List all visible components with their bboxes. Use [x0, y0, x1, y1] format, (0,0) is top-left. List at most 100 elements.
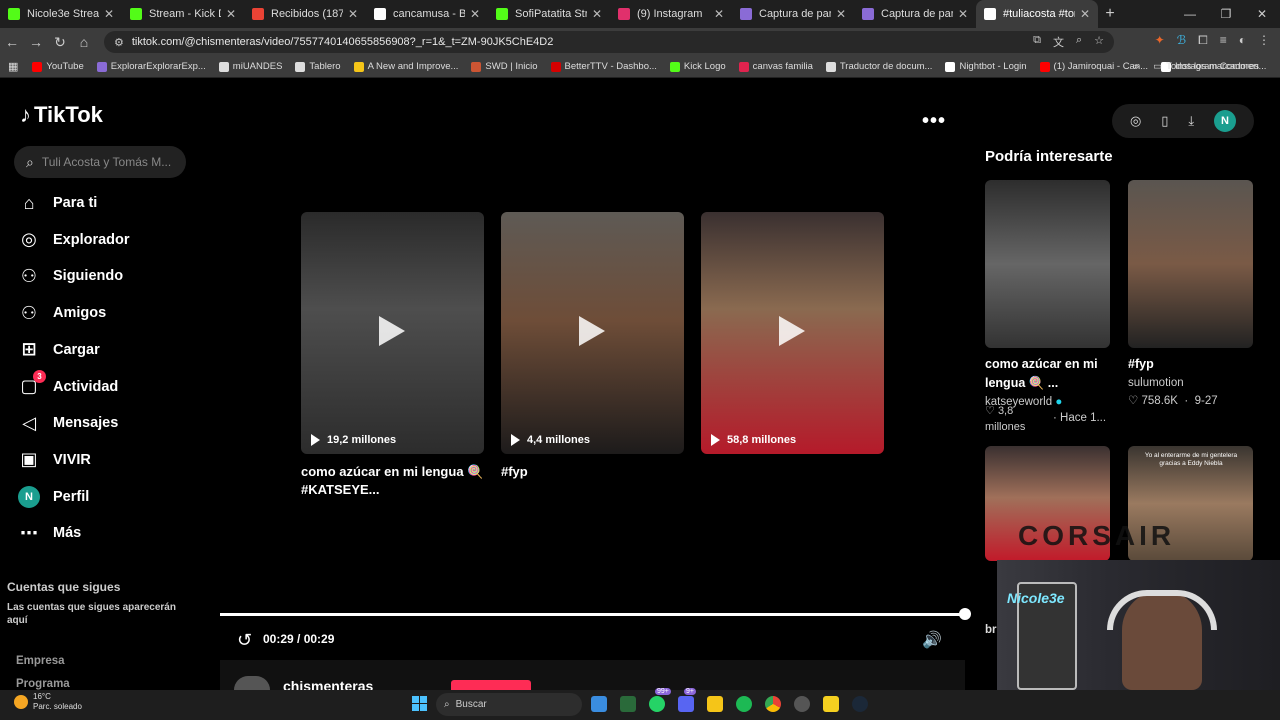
browser-tab[interactable]: Stream - Kick Dashbo ✕	[122, 0, 244, 28]
close-window-icon[interactable]: ✕	[1244, 7, 1280, 21]
chrome-icon[interactable]	[765, 696, 781, 712]
site-info-icon[interactable]: ⚙	[114, 36, 124, 49]
whatsapp-icon[interactable]: 99+	[649, 688, 671, 712]
suggested-video-card[interactable]	[1128, 180, 1253, 348]
install-app-icon[interactable]: ⧉	[1033, 34, 1041, 50]
bookmark-item[interactable]: Traductor de docum...	[825, 61, 932, 72]
nav-item-mensajes[interactable]: ◁ Mensajes	[18, 412, 118, 434]
profile-icon[interactable]: ◐	[1239, 33, 1246, 48]
browser-tab[interactable]: Captura de pantalla p ✕	[854, 0, 976, 28]
extension-icon[interactable]: ℬ	[1177, 33, 1186, 48]
nav-item-explorador[interactable]: ◎ Explorador	[18, 229, 129, 251]
more-options-icon[interactable]: •••	[922, 110, 946, 133]
steam-icon[interactable]	[852, 696, 868, 712]
bookmark-item[interactable]: YouTube	[32, 61, 84, 72]
user-avatar[interactable]: N	[1214, 110, 1237, 132]
app-icon[interactable]	[794, 696, 810, 712]
bookmark-item[interactable]: (1) Jamiroquai - Can...	[1039, 61, 1148, 72]
windows-start-icon[interactable]	[412, 696, 427, 711]
nav-item-siguiendo[interactable]: ⚇ Siguiendo	[18, 265, 123, 287]
taskbar-search[interactable]: ⌕ Buscar	[436, 693, 582, 716]
bookmark-item[interactable]: A New and Improve...	[353, 61, 458, 72]
menu-icon[interactable]: ⋮	[1258, 33, 1270, 48]
nav-item-ms[interactable]: ⋯ Más	[18, 522, 81, 544]
app-icon[interactable]	[620, 696, 636, 712]
bookmark-item[interactable]: miUANDES	[218, 61, 282, 72]
recommended-video-card[interactable]: 4,4 millones	[501, 212, 684, 454]
bookmark-item[interactable]: ExplorarExplorarExp...	[96, 61, 206, 72]
weather-widget[interactable]: 16°C Parc. soleado	[14, 692, 82, 712]
volume-icon[interactable]: 🔊	[922, 630, 942, 650]
browser-tab[interactable]: Nicole3e Stream - W ✕	[0, 0, 122, 28]
translate-icon[interactable]: 文	[1053, 34, 1064, 50]
nav-item-vivir[interactable]: ▣ VIVIR	[18, 449, 90, 471]
browser-tab[interactable]: Captura de pantalla p ✕	[732, 0, 854, 28]
nav-item-amigos[interactable]: ⚇ Amigos	[18, 302, 106, 324]
search-input[interactable]: ⌕ Tuli Acosta y Tomás M...	[14, 146, 186, 178]
browser-tab[interactable]: SofiPatatita Stream - ✕	[488, 0, 610, 28]
window-controls: — ❐ ✕	[1172, 0, 1280, 28]
restore-icon[interactable]: ❐	[1208, 7, 1244, 21]
browser-tab[interactable]: (9) Instagram ✕	[610, 0, 732, 28]
bookmark-item[interactable]: canvas familia	[738, 61, 813, 72]
footer-link-programa[interactable]: Programa	[16, 678, 70, 690]
home-button-icon[interactable]: ⌂	[72, 34, 96, 50]
suggested-user[interactable]: sulumotion	[1128, 377, 1184, 389]
zoom-icon[interactable]: ⌕	[1076, 34, 1082, 50]
video-title[interactable]: #fyp	[501, 463, 684, 481]
compass-icon[interactable]: ◎	[1130, 113, 1141, 129]
browser-tab[interactable]: cancamusa - Buscar c ✕	[366, 0, 488, 28]
replay-icon[interactable]: ↺	[237, 630, 252, 651]
all-bookmarks-folder[interactable]: » ▭ Todos los marcadores	[1134, 61, 1259, 72]
close-tab-icon[interactable]: ✕	[836, 7, 846, 21]
extension-icon[interactable]: ✦	[1155, 33, 1165, 48]
apps-icon[interactable]: ▦	[8, 60, 18, 73]
bookmark-star-icon[interactable]: ☆	[1094, 34, 1104, 50]
recommended-video-card[interactable]: 19,2 millones	[301, 212, 484, 454]
new-tab-button[interactable]: +	[1098, 5, 1122, 23]
suggested-caption[interactable]: #fyp	[1128, 355, 1253, 374]
close-tab-icon[interactable]: ✕	[958, 7, 968, 21]
reload-icon[interactable]: ↻	[48, 34, 72, 51]
progress-bar[interactable]	[220, 613, 965, 616]
address-bar[interactable]: ⚙ tiktok.com/@chismenteras/video/7557740…	[104, 31, 1114, 53]
tiktok-logo[interactable]: ♪ TikTok	[20, 102, 103, 128]
download-icon[interactable]: ⤓	[1188, 113, 1194, 129]
close-tab-icon[interactable]: ✕	[592, 7, 602, 21]
close-tab-icon[interactable]: ✕	[470, 7, 480, 21]
footer-link-empresa[interactable]: Empresa	[16, 655, 65, 667]
folder-icon[interactable]	[707, 696, 723, 712]
recommended-video-card[interactable]: 58,8 millones	[701, 212, 884, 454]
close-tab-icon[interactable]: ✕	[104, 7, 114, 21]
puzzle-icon[interactable]: ⧠	[1198, 33, 1208, 48]
bookmark-item[interactable]: Nightbot - Login	[945, 61, 1027, 72]
close-tab-icon[interactable]: ✕	[714, 7, 724, 21]
media-icon[interactable]: ≡	[1220, 33, 1227, 48]
notes-icon[interactable]	[591, 696, 607, 712]
nav-item-actividad[interactable]: ▢ 3 Actividad	[18, 369, 118, 398]
bookmark-item[interactable]: SWD | Inicio	[471, 61, 538, 72]
follow-button[interactable]	[451, 680, 531, 690]
spotify-icon[interactable]	[736, 696, 752, 712]
bookmark-item[interactable]: BetterTTV - Dashbo...	[550, 61, 657, 72]
nav-item-cargar[interactable]: ⊞ Cargar	[18, 339, 99, 361]
nav-item-perfil[interactable]: N Perfil	[18, 485, 89, 508]
close-tab-icon[interactable]: ✕	[226, 7, 236, 21]
phone-icon[interactable]: ▯	[1161, 113, 1168, 129]
bookmark-item[interactable]: Tablero	[295, 61, 341, 72]
close-tab-icon[interactable]: ✕	[1080, 7, 1090, 21]
discord-icon[interactable]: 9+	[678, 688, 696, 712]
minimize-icon[interactable]: —	[1172, 7, 1208, 21]
close-tab-icon[interactable]: ✕	[348, 7, 358, 21]
nav-item-parati[interactable]: ⌂ Para ti	[18, 192, 98, 214]
bookmark-item[interactable]: Kick Logo	[669, 61, 726, 72]
forward-icon[interactable]: →	[24, 34, 48, 50]
sticky-notes-icon[interactable]	[823, 696, 839, 712]
author-avatar[interactable]	[234, 676, 270, 690]
video-title[interactable]: como azúcar en mi lengua 🍭 #KATSEYE...	[301, 463, 484, 499]
suggested-caption[interactable]: como azúcar en mi lengua 🍭 ...	[985, 355, 1110, 393]
back-icon[interactable]: ←	[0, 34, 24, 50]
suggested-video-card[interactable]	[985, 180, 1110, 348]
browser-tab[interactable]: #tuliacosta #tomasn ✕	[976, 0, 1098, 28]
browser-tab[interactable]: Recibidos (187) - nico ✕	[244, 0, 366, 28]
